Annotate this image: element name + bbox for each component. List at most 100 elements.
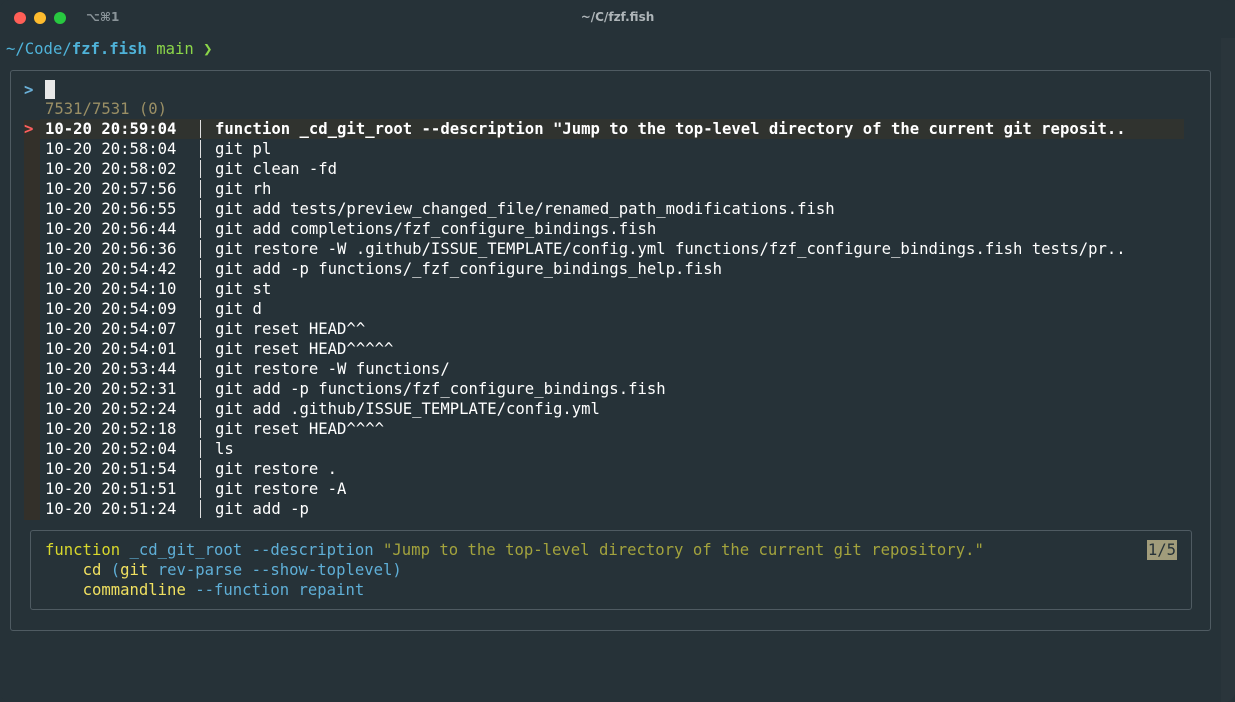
history-timestamp: 10-20 20:54:42 xyxy=(45,260,177,278)
history-row[interactable]: 10-20 20:54:10 git st xyxy=(24,279,1188,299)
column-separator xyxy=(200,480,201,498)
preview-line-1: function _cd_git_root --description "Jum… xyxy=(45,540,984,560)
preview-indent xyxy=(45,561,83,579)
history-command: git restore -A xyxy=(215,480,347,498)
title-bar: ⌥⌘1 ~/C/fzf.fish xyxy=(0,0,1235,36)
history-timestamp: 10-20 20:52:31 xyxy=(45,380,177,398)
history-row[interactable]: 10-20 20:54:01 git reset HEAD^^^^^ xyxy=(24,339,1188,359)
terminal-window: ⌥⌘1 ~/C/fzf.fish ~/Code/fzf.fish main ❯ … xyxy=(0,0,1235,702)
history-command: function _cd_git_root --description "Jum… xyxy=(215,120,1126,138)
preview-string: "Jump to the top-level directory of the … xyxy=(383,541,984,559)
history-row[interactable]: 10-20 20:56:44 git add completions/fzf_co… xyxy=(24,219,1188,239)
column-separator xyxy=(200,240,201,258)
history-row[interactable]: 10-20 20:52:04 ls xyxy=(24,439,1188,459)
history-row[interactable]: 10-20 20:56:36 git restore -W .github/ISS… xyxy=(24,239,1188,259)
history-command: git add tests/preview_changed_file/renam… xyxy=(215,200,835,218)
history-command: git d xyxy=(215,300,262,318)
history-command: git reset HEAD^^ xyxy=(215,320,366,338)
column-separator xyxy=(200,120,201,138)
history-command: git clean -fd xyxy=(215,160,338,178)
prompt-git-branch: main xyxy=(156,40,194,58)
history-timestamp: 10-20 20:53:44 xyxy=(45,360,177,378)
prompt-current-dir: fzf.fish xyxy=(71,40,147,58)
history-timestamp: 10-20 20:56:55 xyxy=(45,200,177,218)
history-row[interactable]: 10-20 20:51:51 git restore -A xyxy=(24,479,1188,499)
column-separator xyxy=(200,160,201,178)
column-separator xyxy=(200,220,201,238)
preview-paren-close: ) xyxy=(392,561,402,579)
column-separator xyxy=(200,260,201,278)
preview-command: commandline xyxy=(82,581,186,599)
preview-indent xyxy=(45,581,83,599)
column-separator xyxy=(200,280,201,298)
history-command: git add -p functions/fzf_configure_bindi… xyxy=(215,380,666,398)
history-timestamp: 10-20 20:51:51 xyxy=(45,480,177,498)
preview-option: --function xyxy=(195,581,290,599)
history-timestamp: 10-20 20:51:24 xyxy=(45,500,177,518)
history-row[interactable]: 10-20 20:57:56 git rh xyxy=(24,179,1188,199)
column-separator xyxy=(200,460,201,478)
preview-function-name: _cd_git_root xyxy=(129,541,243,559)
history-command: git restore -W functions/ xyxy=(215,360,450,378)
history-command: git add -p xyxy=(215,500,309,518)
history-command: git add -p functions/_fzf_configure_bind… xyxy=(215,260,722,278)
prompt-arrow-icon: ❯ xyxy=(203,40,213,58)
window-title: ~/C/fzf.fish xyxy=(580,10,655,24)
history-row[interactable]: 10-20 20:52:18 git reset HEAD^^^^ xyxy=(24,419,1188,439)
preview-line-3: commandline --function repaint xyxy=(45,580,365,600)
column-separator xyxy=(200,340,201,358)
history-command: git add .github/ISSUE_TEMPLATE/config.ym… xyxy=(215,400,600,418)
history-row[interactable]: 10-20 20:51:24 git add -p xyxy=(24,499,1188,519)
history-row[interactable]: 10-20 20:52:31 git add -p functions/fzf_c… xyxy=(24,379,1188,399)
history-command: git add completions/fzf_configure_bindin… xyxy=(215,220,657,238)
history-timestamp: 10-20 20:51:54 xyxy=(45,460,177,478)
fzf-match-count: 7531/7531 (0) xyxy=(45,100,168,118)
preview-line-2: cd (git rev-parse --show-toplevel) xyxy=(45,560,402,580)
history-row[interactable]: 10-20 20:54:09 git d xyxy=(24,299,1188,319)
history-timestamp: 10-20 20:54:01 xyxy=(45,340,177,358)
preview-command: cd xyxy=(82,561,102,579)
history-list: >10-20 20:59:04 function _cd_git_root --d… xyxy=(24,119,1188,519)
history-row[interactable]: 10-20 20:52:24 git add .github/ISSUE_TEMP… xyxy=(24,399,1188,419)
history-command: git reset HEAD^^^^ xyxy=(215,420,384,438)
history-timestamp: 10-20 20:54:07 xyxy=(45,320,177,338)
column-separator xyxy=(200,200,201,218)
preview-arg: repaint xyxy=(298,581,365,599)
history-row[interactable]: >10-20 20:59:04 function _cd_git_root --d… xyxy=(24,119,1188,139)
column-separator xyxy=(200,360,201,378)
history-command: git restore . xyxy=(215,460,338,478)
history-command: git restore -W .github/ISSUE_TEMPLATE/co… xyxy=(215,240,1126,258)
preview-args: rev-parse --show-toplevel xyxy=(157,561,393,579)
preview-pane: function _cd_git_root --description "Jum… xyxy=(30,530,1192,610)
history-row[interactable]: 10-20 20:58:02 git clean -fd xyxy=(24,159,1188,179)
history-row[interactable]: 10-20 20:54:42 git add -p functions/_fzf_… xyxy=(24,259,1188,279)
history-command: git rh xyxy=(215,180,272,198)
history-row[interactable]: 10-20 20:53:44 git restore -W functions/ xyxy=(24,359,1188,379)
history-timestamp: 10-20 20:52:04 xyxy=(45,440,177,458)
fzf-query-input[interactable] xyxy=(45,80,55,99)
column-separator xyxy=(200,420,201,438)
history-command: git st xyxy=(215,280,272,298)
history-timestamp: 10-20 20:56:36 xyxy=(45,240,177,258)
prompt-path-prefix: ~/Code/ xyxy=(6,40,72,58)
history-command: git reset HEAD^^^^^ xyxy=(215,340,394,358)
history-row[interactable]: 10-20 20:51:54 git restore . xyxy=(24,459,1188,479)
preview-keyword: function xyxy=(45,541,121,559)
column-separator xyxy=(200,140,201,158)
selection-pointer-icon: > xyxy=(24,120,34,138)
column-separator xyxy=(200,320,201,338)
column-separator xyxy=(200,400,201,418)
preview-paren-open: ( xyxy=(110,561,121,579)
history-row[interactable]: 10-20 20:54:07 git reset HEAD^^ xyxy=(24,319,1188,339)
column-separator xyxy=(200,300,201,318)
scrollbar-track[interactable] xyxy=(1221,38,1235,702)
history-timestamp: 10-20 20:54:09 xyxy=(45,300,177,318)
history-timestamp: 10-20 20:52:24 xyxy=(45,400,177,418)
history-row[interactable]: 10-20 20:56:55 git add tests/preview_chan… xyxy=(24,199,1188,219)
column-separator xyxy=(200,500,201,518)
history-timestamp: 10-20 20:57:56 xyxy=(45,180,177,198)
history-row[interactable]: 10-20 20:58:04 git pl xyxy=(24,139,1188,159)
history-timestamp: 10-20 20:59:04 xyxy=(45,120,177,138)
history-timestamp: 10-20 20:58:04 xyxy=(45,140,177,158)
column-separator xyxy=(200,380,201,398)
